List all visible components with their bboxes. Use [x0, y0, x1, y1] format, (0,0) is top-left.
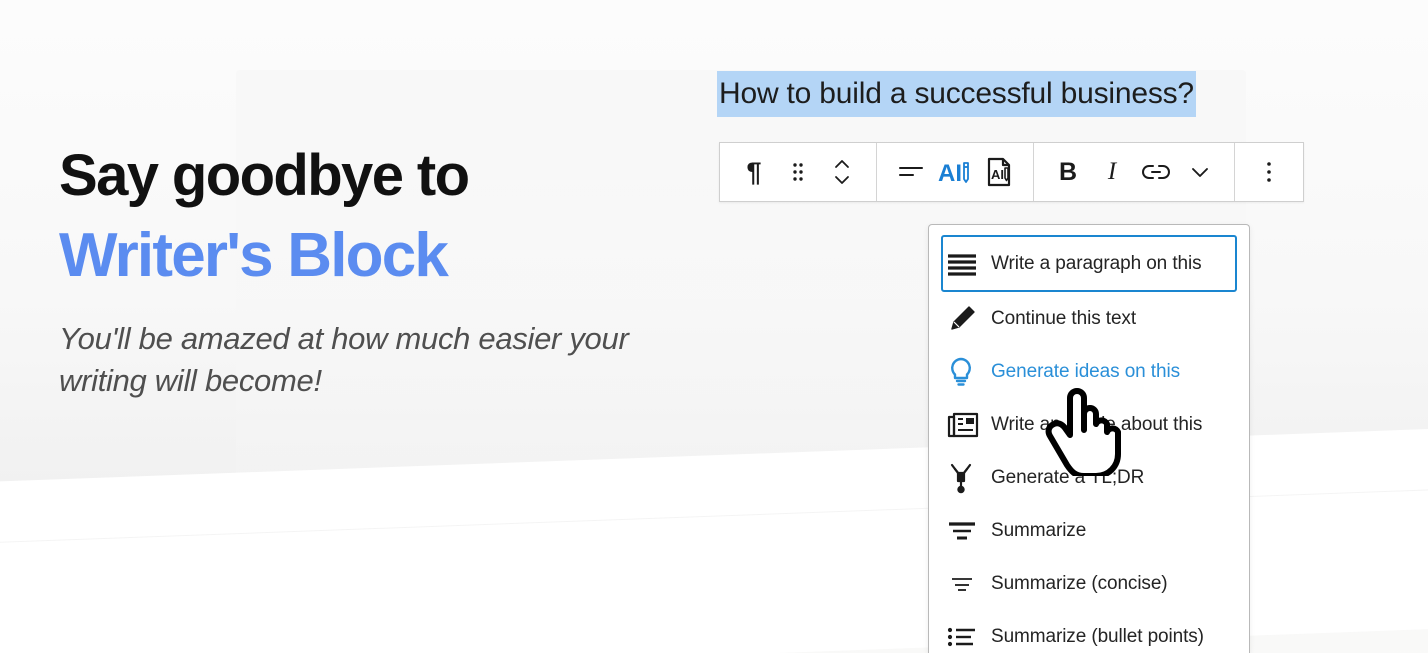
menu-item-summarize-bullets[interactable]: Summarize (bullet points)	[941, 610, 1237, 653]
hero-subtitle: You'll be amazed at how much easier your…	[59, 318, 699, 402]
align-left-icon	[898, 162, 924, 182]
menu-item-label: Summarize (bullet points)	[991, 626, 1204, 648]
chevron-up-down-icon	[833, 157, 851, 187]
more-formatting-button[interactable]	[1178, 143, 1222, 201]
toolbar-group-overflow	[1234, 143, 1303, 201]
svg-text:AI: AI	[991, 167, 1004, 182]
newspaper-icon	[947, 411, 991, 439]
formatting-toolbar: ¶	[719, 142, 1304, 202]
bullet-list-icon	[947, 626, 991, 648]
bold-icon: B	[1059, 158, 1077, 187]
toolbar-group-inline: B I	[1033, 143, 1234, 201]
summarize-lines-icon	[947, 520, 991, 542]
ai-document-icon: AI	[983, 156, 1015, 188]
drag-dots-icon	[791, 161, 805, 183]
paragraph-style-button[interactable]: ¶	[732, 143, 776, 201]
pencil-icon	[947, 304, 991, 334]
promo-banner: Say goodbye to Writer's Block You'll be …	[0, 0, 1428, 653]
menu-item-generate-ideas[interactable]: Generate ideas on this	[941, 345, 1237, 398]
kebab-menu-icon	[1265, 160, 1273, 184]
italic-icon: I	[1108, 158, 1116, 186]
menu-item-summarize-concise[interactable]: Summarize (concise)	[941, 557, 1237, 610]
toolbar-group-ai: AI AI	[876, 143, 1033, 201]
menu-item-label: Summarize (concise)	[991, 573, 1168, 595]
document-headline-selected[interactable]: How to build a successful business?	[717, 71, 1196, 117]
link-icon	[1142, 162, 1170, 182]
lightbulb-icon	[947, 356, 991, 388]
menu-item-label: Write a paragraph on this	[991, 253, 1202, 275]
menu-item-label: Write an article about this	[991, 414, 1202, 436]
menu-item-generate-tldr[interactable]: Generate a TL;DR	[941, 451, 1237, 504]
hero-heading-line-1: Say goodbye to	[59, 136, 699, 216]
menu-item-continue-text[interactable]: Continue this text	[941, 292, 1237, 345]
summarize-concise-icon	[947, 574, 991, 594]
ai-actions-menu: Write a paragraph on this Continue this …	[928, 224, 1250, 653]
paragraph-lines-icon	[947, 252, 991, 276]
hero-heading-line-2: Writer's Block	[59, 216, 699, 296]
menu-item-label: Summarize	[991, 520, 1086, 542]
align-button[interactable]	[889, 143, 933, 201]
svg-text:AI: AI	[938, 160, 962, 187]
menu-item-write-paragraph[interactable]: Write a paragraph on this	[941, 235, 1237, 292]
italic-button[interactable]: I	[1090, 143, 1134, 201]
ai-pencil-icon: AI	[938, 157, 972, 187]
drag-handle-button[interactable]	[776, 143, 820, 201]
menu-item-label: Generate a TL;DR	[991, 467, 1144, 489]
overflow-menu-button[interactable]	[1247, 143, 1291, 201]
menu-item-label: Continue this text	[991, 308, 1136, 330]
ai-document-button[interactable]: AI	[977, 143, 1021, 201]
pilcrow-icon: ¶	[746, 159, 761, 186]
zipper-icon	[947, 462, 991, 494]
menu-item-summarize[interactable]: Summarize	[941, 504, 1237, 557]
hero-copy: Say goodbye to Writer's Block You'll be …	[59, 136, 699, 402]
move-updown-button[interactable]	[820, 143, 864, 201]
link-button[interactable]	[1134, 143, 1178, 201]
menu-item-label: Generate ideas on this	[991, 361, 1180, 383]
bold-button[interactable]: B	[1046, 143, 1090, 201]
menu-item-write-article[interactable]: Write an article about this	[941, 398, 1237, 451]
toolbar-group-block: ¶	[720, 143, 876, 201]
ai-write-button[interactable]: AI	[933, 143, 977, 201]
chevron-down-icon	[1190, 165, 1210, 179]
